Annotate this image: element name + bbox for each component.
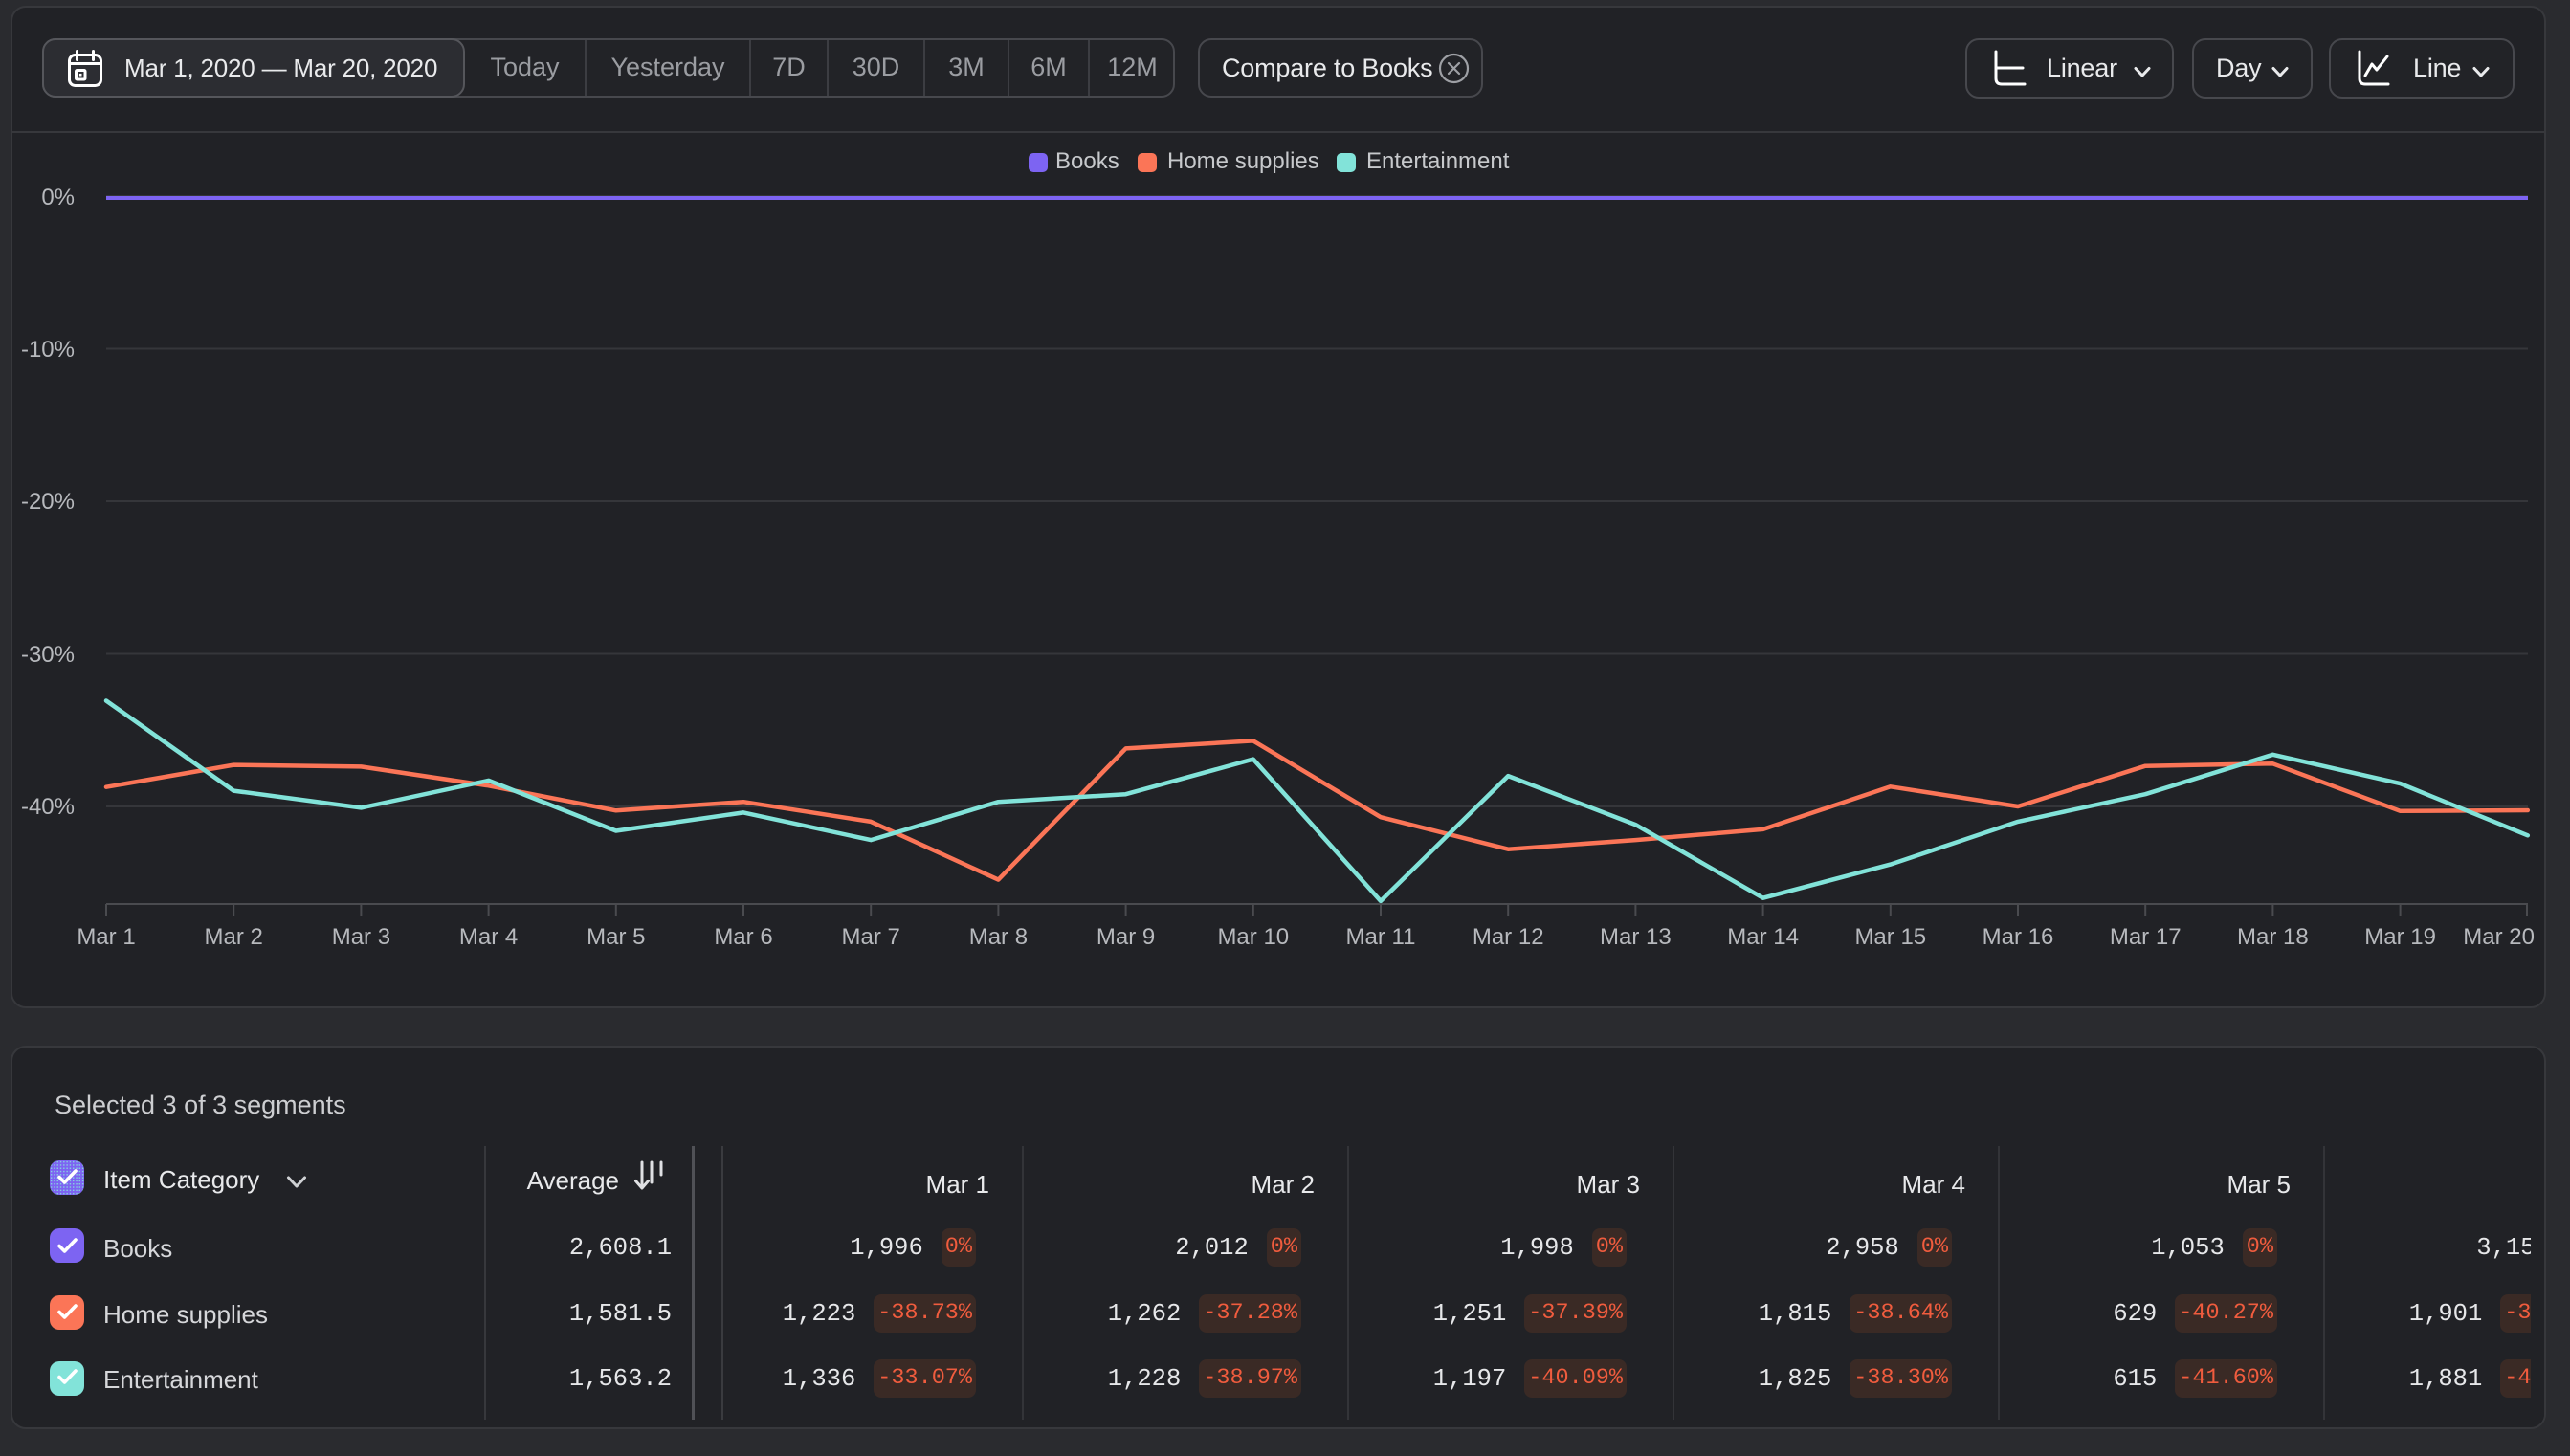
svg-text:Mar 17: Mar 17 [2110,924,2182,950]
svg-text:Mar 2: Mar 2 [205,924,263,950]
svg-text:Mar 8: Mar 8 [969,924,1028,950]
svg-text:Mar 3: Mar 3 [332,924,390,950]
svg-text:Mar 13: Mar 13 [1600,924,1672,950]
svg-text:Mar 11: Mar 11 [1346,924,1416,950]
svg-text:Mar 20: Mar 20 [2463,924,2535,950]
svg-text:Mar 12: Mar 12 [1473,924,1544,950]
svg-text:-30%: -30% [21,642,75,668]
svg-text:Mar 18: Mar 18 [2237,924,2309,950]
svg-text:Mar 7: Mar 7 [842,924,900,950]
svg-text:-20%: -20% [21,489,75,515]
svg-text:Mar 6: Mar 6 [714,924,772,950]
svg-text:Mar 9: Mar 9 [1097,924,1155,950]
svg-text:Mar 15: Mar 15 [1854,924,1926,950]
svg-text:Mar 19: Mar 19 [2364,924,2436,950]
svg-text:Mar 1: Mar 1 [77,924,135,950]
svg-text:Mar 16: Mar 16 [1983,924,2054,950]
svg-text:-40%: -40% [21,794,75,820]
svg-text:Mar 14: Mar 14 [1727,924,1799,950]
svg-text:-10%: -10% [21,337,75,363]
svg-text:Mar 4: Mar 4 [459,924,518,950]
svg-text:Mar 10: Mar 10 [1217,924,1289,950]
svg-text:0%: 0% [41,185,75,210]
svg-text:Mar 5: Mar 5 [587,924,645,950]
